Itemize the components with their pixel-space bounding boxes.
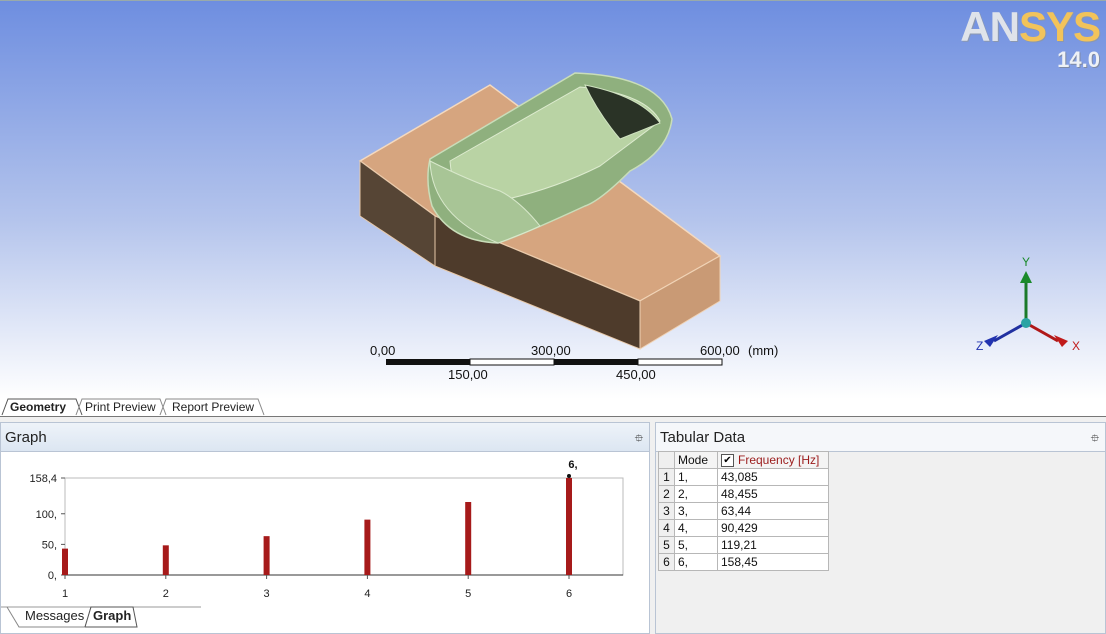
table-row[interactable]: 4 4, 90,429 xyxy=(658,519,829,537)
graph-tab-bar: Messages Graph xyxy=(1,606,651,630)
x-tick-label: 2 xyxy=(163,588,169,600)
y-tick-label: 158,4 xyxy=(29,473,57,485)
graph-title: Graph xyxy=(5,429,47,446)
x-tick-label: 1 xyxy=(62,588,68,600)
table-row[interactable]: 3 3, 63,44 xyxy=(658,502,829,520)
x-tick-label: 3 xyxy=(264,588,270,600)
bar xyxy=(364,519,371,575)
table-row[interactable]: 6 6, 158,45 xyxy=(658,553,829,571)
bar xyxy=(465,501,472,575)
pin-icon[interactable]: ⯐ xyxy=(635,430,643,449)
scale-bar: 0,00 300,00 600,00 (mm) 150,00 450,00 xyxy=(360,341,800,387)
column-header-frequency[interactable]: ✔ Frequency [Hz] xyxy=(717,451,829,469)
frequency-chart[interactable]: 158,4 100, 50, 0, 1 2 3 4 5 6 6, xyxy=(1,451,649,606)
tab-messages[interactable]: Messages xyxy=(25,608,84,623)
axis-y-label: Y xyxy=(1022,255,1031,269)
geometry-viewport[interactable]: ANSYS 14.0 0,00 300,00 600,00 (mm) 150,0… xyxy=(0,0,1106,399)
tab-graph[interactable]: Graph xyxy=(93,608,131,623)
column-header-mode[interactable]: Mode xyxy=(674,451,718,469)
tabular-data-panel: Tabular Data ⯐ Mode ✔ Frequency [Hz] 1 1, 4… xyxy=(655,422,1106,634)
ansys-logo: ANSYS 14.0 xyxy=(960,3,1101,72)
annotation-marker xyxy=(567,473,571,478)
3d-model[interactable] xyxy=(0,1,1106,399)
x-tick-label: 5 xyxy=(465,588,471,600)
scale-label-300: 300,00 xyxy=(531,343,571,358)
y-tick-label: 100, xyxy=(36,509,57,521)
tabular-title: Tabular Data xyxy=(660,429,746,446)
version-label: 14.0 xyxy=(1057,47,1100,72)
table-row[interactable]: 2 2, 48,455 xyxy=(658,485,829,503)
table-row[interactable]: 1 1, 43,085 xyxy=(658,468,829,486)
y-tick-label: 50, xyxy=(42,539,57,551)
x-tick-label: 6 xyxy=(566,588,572,600)
graph-panel: Graph ⯐ 158,4 100, 50, 0, 1 2 3 4 5 6 6, Messages … xyxy=(0,422,650,634)
x-tick-label: 4 xyxy=(364,588,370,600)
scale-label-450: 450,00 xyxy=(616,367,656,382)
pin-icon[interactable]: ⯐ xyxy=(1091,430,1099,449)
y-tick-label: 0, xyxy=(48,570,57,582)
tab-report-preview[interactable]: Report Preview xyxy=(162,399,260,415)
annotation-label: 6, xyxy=(568,459,577,471)
tab-print-preview[interactable]: Print Preview xyxy=(75,399,162,415)
tabular-panel-header: Tabular Data ⯐ xyxy=(656,423,1105,452)
checkbox-icon[interactable]: ✔ xyxy=(721,454,734,468)
tabular-data-grid[interactable]: Mode ✔ Frequency [Hz] 1 1, 43,085 2 2, 48,455… xyxy=(658,451,829,571)
bar xyxy=(162,545,169,575)
axis-triad[interactable]: Y X Z xyxy=(970,251,1090,361)
scale-label-150: 150,00 xyxy=(448,367,488,382)
view-tab-bar: Geometry Print Preview Report Preview xyxy=(0,398,1106,417)
bar xyxy=(263,536,270,575)
plot-area xyxy=(64,477,624,576)
scale-label-0: 0,00 xyxy=(370,343,396,358)
scale-label-600: 600,00 xyxy=(700,343,740,358)
axis-z-label: Z xyxy=(976,339,984,353)
graph-panel-header: Graph ⯐ xyxy=(1,423,649,452)
axis-x-label: X xyxy=(1072,339,1081,353)
scale-unit: (mm) xyxy=(748,343,779,358)
tab-geometry[interactable]: Geometry xyxy=(0,399,72,415)
bar xyxy=(566,477,572,575)
table-row[interactable]: 5 5, 119,21 xyxy=(658,536,829,554)
table-header-row: Mode ✔ Frequency [Hz] xyxy=(658,451,829,469)
bar xyxy=(62,548,68,575)
